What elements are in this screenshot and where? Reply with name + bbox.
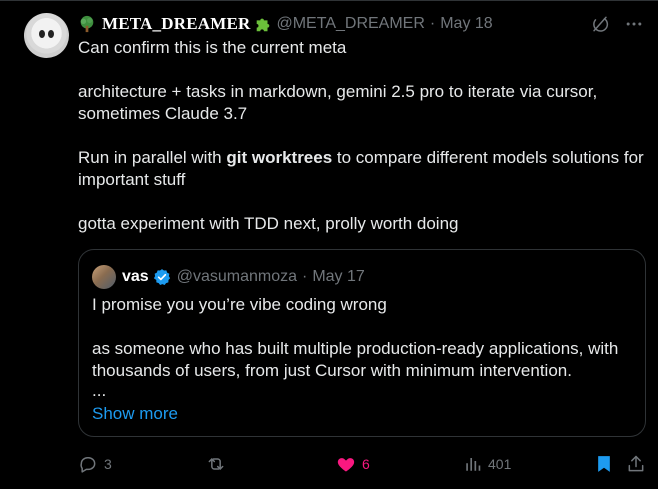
- show-more-link[interactable]: Show more: [92, 404, 178, 424]
- post-text-line: Can confirm this is the current meta: [78, 38, 347, 57]
- share-button[interactable]: [626, 452, 646, 476]
- share-icon: [628, 455, 644, 472]
- divider: [0, 0, 658, 1]
- quoted-text-line: as someone who has built multiple produc…: [92, 339, 619, 380]
- quoted-post-header: vas @vasumanmoza · May 17: [92, 265, 365, 289]
- separator-dot: ·: [302, 268, 308, 285]
- quoted-text-ellipsis: ...: [92, 381, 107, 400]
- verified-badge-icon: [153, 269, 170, 286]
- tree-emoji-icon: [80, 15, 94, 33]
- more-icon[interactable]: [624, 14, 644, 34]
- separator-dot: ·: [429, 15, 436, 32]
- views-icon: [466, 458, 481, 471]
- reply-button[interactable]: 3: [78, 452, 112, 476]
- post-top-actions: [590, 14, 644, 34]
- views-button[interactable]: 401: [464, 452, 511, 476]
- repost-button[interactable]: [205, 452, 233, 476]
- quoted-post[interactable]: vas @vasumanmoza · May 17 I promise you …: [78, 249, 646, 437]
- post-date[interactable]: May 18: [440, 15, 492, 33]
- avatar-eye: [39, 30, 45, 38]
- reply-icon: [80, 457, 96, 473]
- views-count: 401: [488, 456, 512, 472]
- like-button[interactable]: 6: [336, 452, 370, 476]
- post-text-line: architecture + tasks in markdown, gemini…: [78, 82, 598, 123]
- quoted-author-display-name[interactable]: vas: [122, 268, 149, 286]
- post-actions-bar: 3 6 401: [78, 452, 646, 476]
- grok-slash-icon[interactable]: [590, 14, 610, 34]
- post-text-line: Run in parallel with git worktrees to co…: [78, 147, 653, 191]
- post-text-line: gotta experiment with TDD next, prolly w…: [78, 214, 459, 233]
- like-heart-icon: [337, 458, 355, 472]
- like-count: 6: [362, 456, 370, 472]
- quoted-avatar[interactable]: [92, 265, 116, 289]
- author-handle[interactable]: @META_DREAMER: [276, 15, 424, 33]
- repost-icon: [208, 458, 224, 470]
- quoted-text-line: I promise you you’re vibe coding wrong: [92, 295, 387, 314]
- avatar-eye: [48, 30, 54, 38]
- post-text: Can confirm this is the current meta arc…: [78, 37, 653, 235]
- avatar[interactable]: [24, 13, 69, 58]
- quoted-post-date[interactable]: May 17: [312, 268, 364, 286]
- post-text-segment: Run in parallel with: [78, 148, 227, 167]
- author-display-name[interactable]: META_DREAMER: [102, 14, 250, 34]
- quoted-author-handle[interactable]: @vasumanmoza: [177, 268, 297, 286]
- quoted-post-text: I promise you you’re vibe coding wrong a…: [92, 294, 637, 400]
- post-header: META_DREAMER @META_DREAMER · May 18: [78, 14, 493, 34]
- puzzle-piece-emoji-icon: [257, 18, 270, 32]
- post-text-bold: git worktrees: [226, 148, 333, 167]
- bookmark-icon: [598, 456, 610, 472]
- reply-count: 3: [104, 456, 112, 472]
- bookmark-button[interactable]: [594, 452, 614, 476]
